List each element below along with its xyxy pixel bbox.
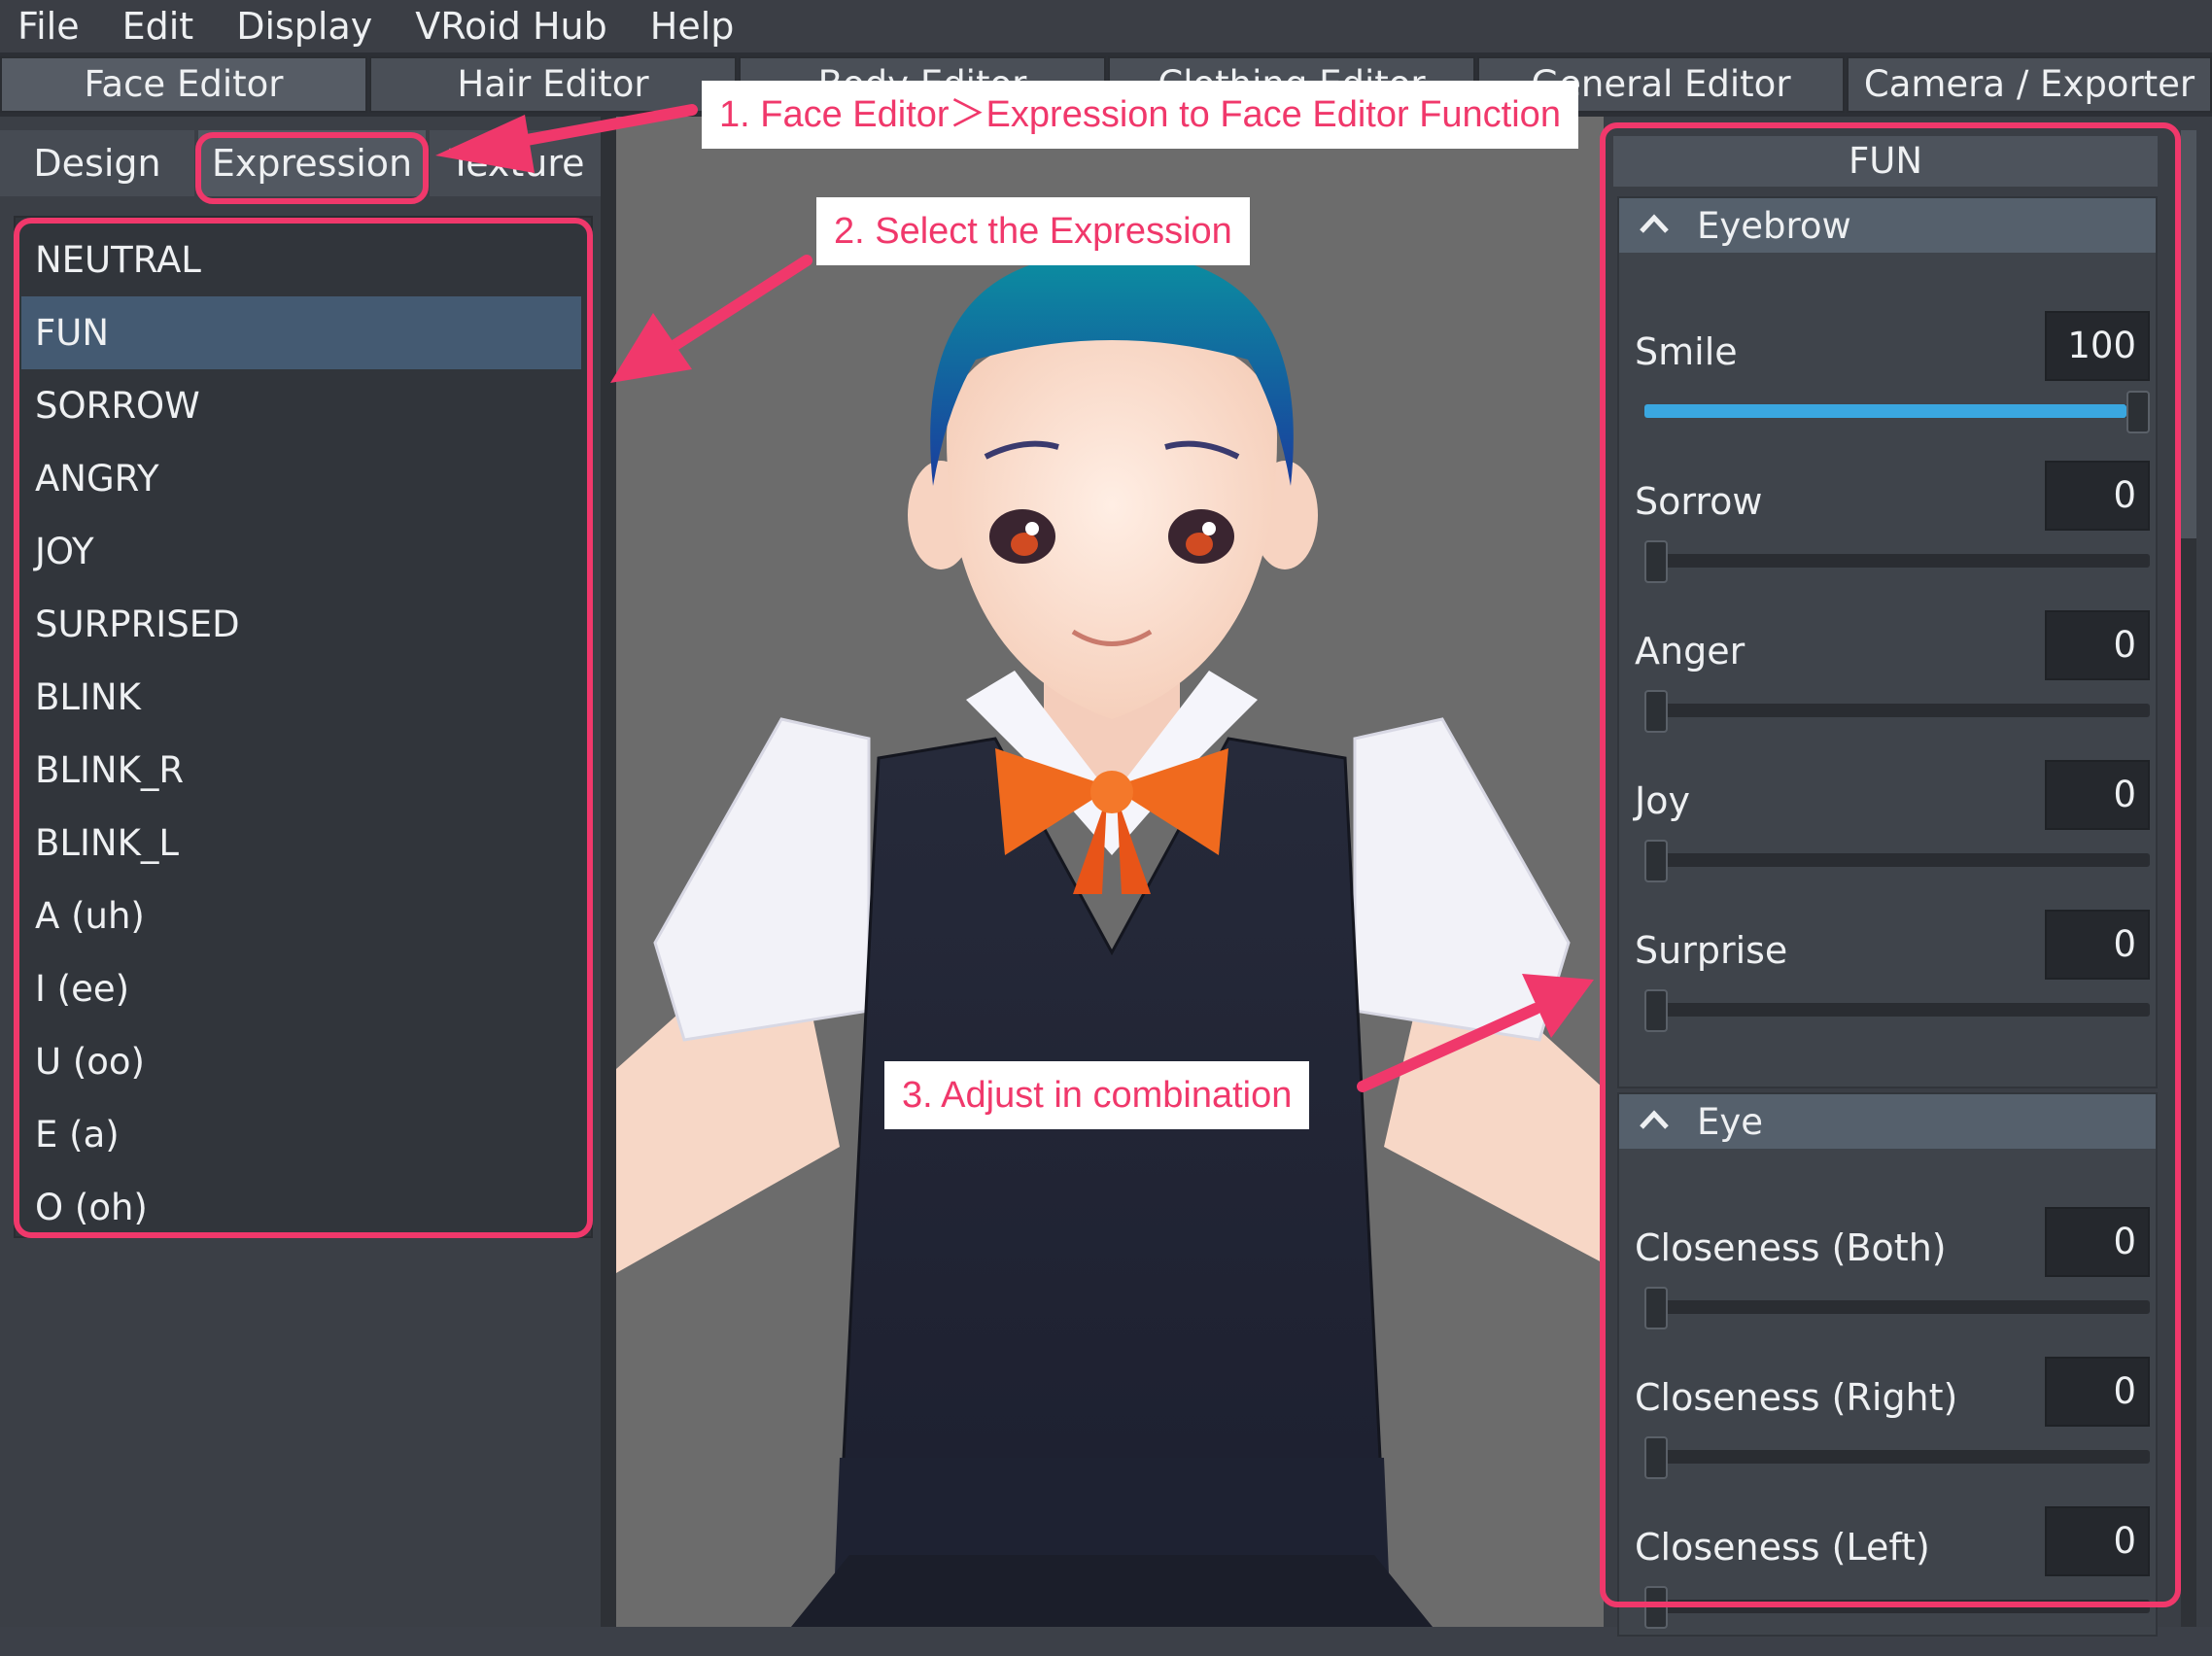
callout-step-1: 1. Face Editor＞Expression to Face Editor… [702,81,1578,149]
callout-step-2: 2. Select the Expression [816,197,1250,265]
callout-step-3: 3. Adjust in combination [884,1061,1310,1129]
